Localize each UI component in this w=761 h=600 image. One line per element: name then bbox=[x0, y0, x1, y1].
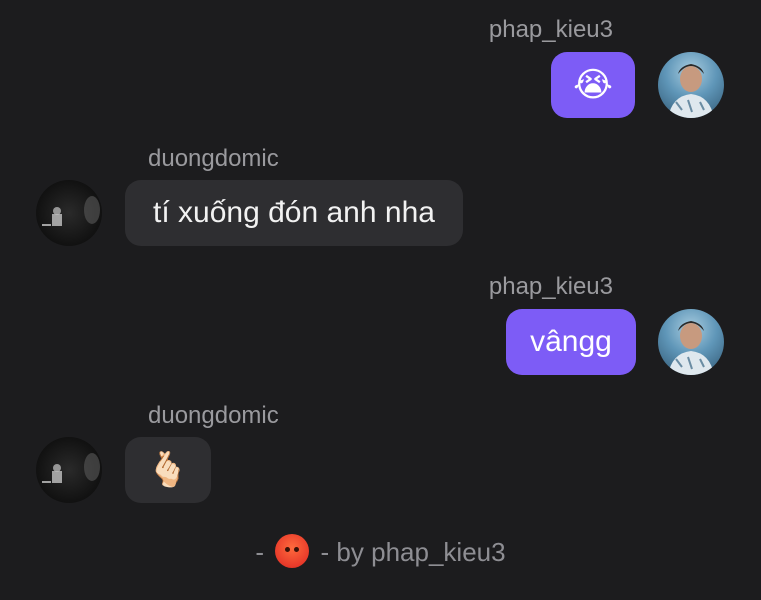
avatar-portrait-image bbox=[668, 64, 714, 118]
message-bubble-incoming[interactable]: tí xuống đón anh nha bbox=[125, 180, 463, 246]
avatar-portrait-image bbox=[42, 453, 100, 483]
message-bubble-incoming[interactable]: 🫰🏻 bbox=[125, 437, 211, 503]
angry-face-icon bbox=[275, 534, 310, 568]
message-text: tí xuống đón anh nha bbox=[153, 196, 435, 229]
message-bubble-outgoing[interactable]: 😭 bbox=[551, 52, 635, 118]
sender-name: duongdomic bbox=[148, 402, 279, 429]
loudly-crying-face-icon: 😭 bbox=[573, 65, 613, 105]
message-text: vângg bbox=[530, 325, 612, 358]
avatar-phap-kieu3[interactable] bbox=[658, 309, 724, 375]
avatar-portrait-image bbox=[668, 321, 714, 375]
footer-suffix: - by phap_kieu3 bbox=[320, 537, 506, 567]
avatar-phap-kieu3[interactable] bbox=[658, 52, 724, 118]
sender-name: duongdomic bbox=[148, 145, 279, 172]
avatar-duongdomic[interactable] bbox=[36, 180, 102, 246]
avatar-duongdomic[interactable] bbox=[36, 437, 102, 503]
avatar-portrait-image bbox=[42, 196, 100, 226]
footer-prefix: - bbox=[255, 537, 265, 567]
message-bubble-outgoing[interactable]: vângg bbox=[506, 309, 636, 375]
sender-name: phap_kieu3 bbox=[488, 273, 613, 300]
sender-name: phap_kieu3 bbox=[488, 16, 613, 43]
hand-with-index-finger-and-thumb-crossed-icon: 🫰🏻 bbox=[146, 450, 190, 490]
reaction-footer: - - by phap_kieu3 bbox=[0, 534, 761, 568]
